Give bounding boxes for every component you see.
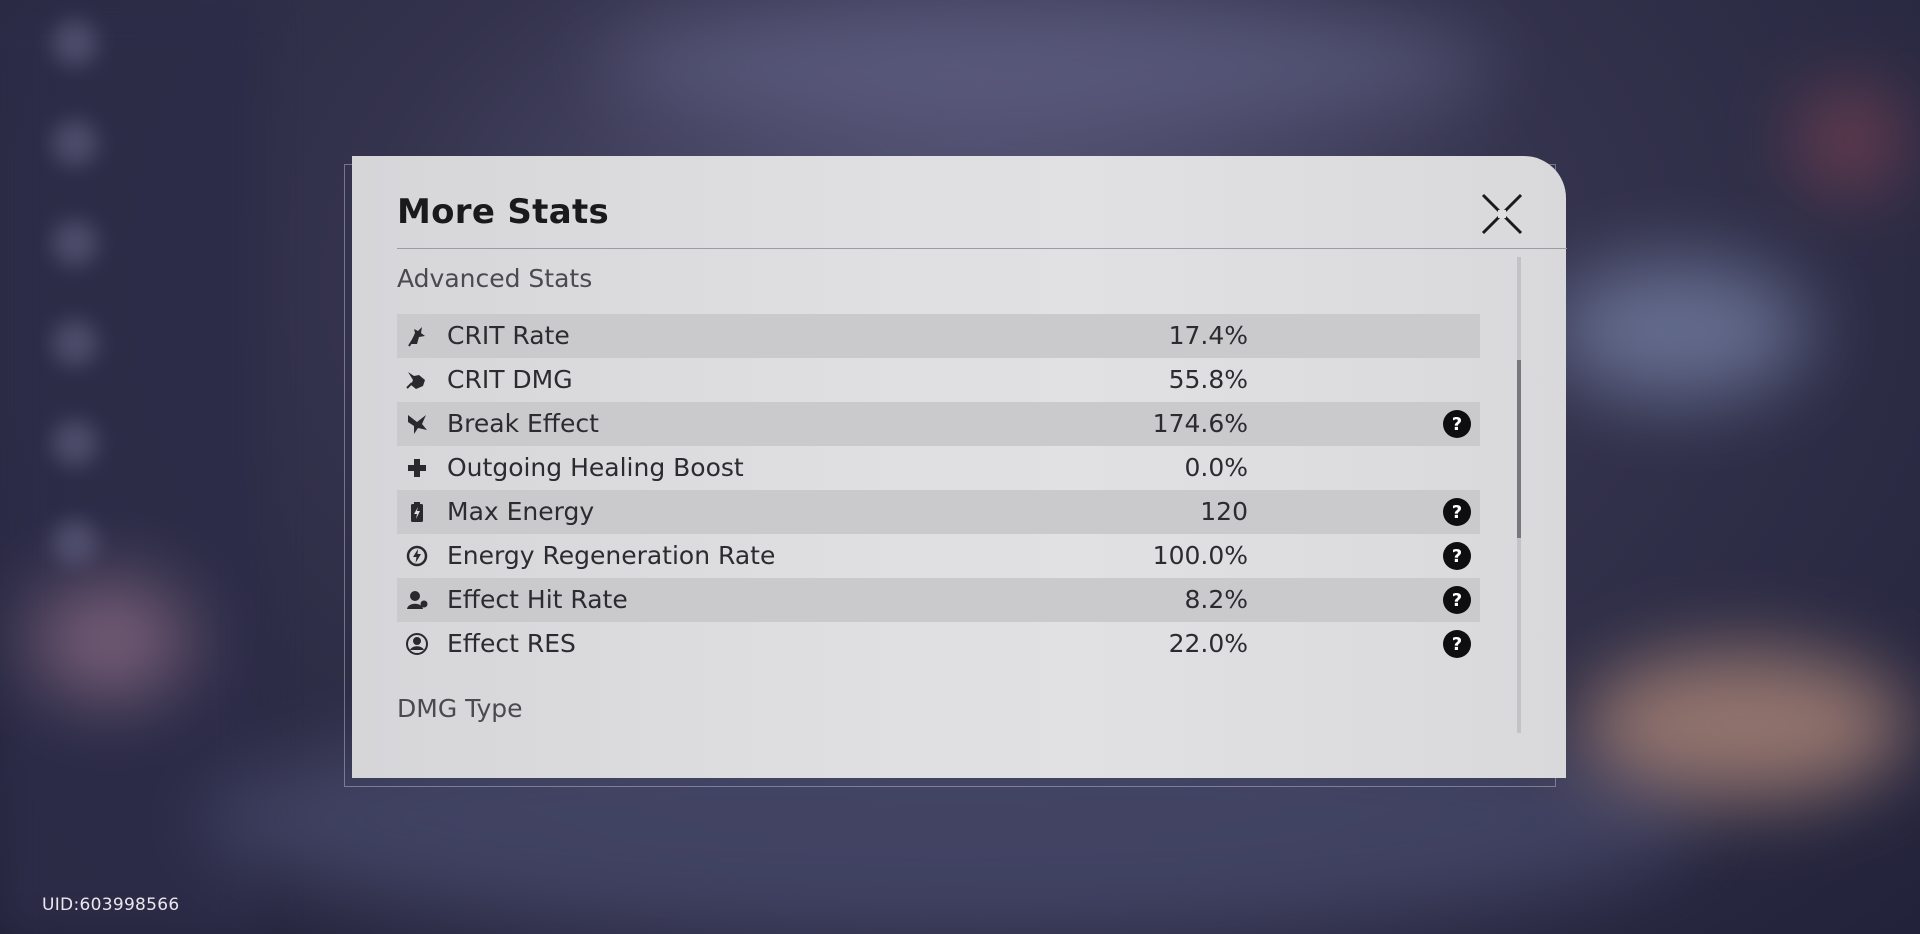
stat-label: Break Effect [447, 409, 599, 438]
stat-value: 174.6% [1152, 409, 1248, 438]
stat-label: Effect RES [447, 629, 576, 658]
stat-label: Outgoing Healing Boost [447, 453, 744, 482]
stat-row-max-energy: Max Energy 120 ? [397, 490, 1480, 534]
stat-label: Max Energy [447, 497, 595, 526]
energy-regen-icon [406, 545, 428, 567]
advanced-stats-list: CRIT Rate 17.4% CRIT DMG 55.8% Break Eff… [397, 314, 1480, 666]
break-effect-icon [408, 415, 427, 434]
svg-text:?: ? [1452, 634, 1462, 655]
scrollbar-thumb[interactable] [1517, 360, 1521, 538]
help-icon[interactable]: ? [1442, 541, 1472, 571]
uid-label: UID:603998566 [42, 895, 180, 915]
section-title-dmg-type: DMG Type [397, 694, 523, 723]
svg-text:?: ? [1452, 590, 1462, 611]
svg-text:?: ? [1452, 546, 1462, 567]
stat-value: 22.0% [1168, 629, 1248, 658]
stat-value: 0.0% [1184, 453, 1248, 482]
dialog-title: More Stats [397, 192, 610, 232]
stat-label: Energy Regeneration Rate [447, 541, 776, 570]
scrollbar[interactable] [1517, 257, 1521, 733]
effect-res-icon [406, 633, 428, 655]
stat-row-effect-res: Effect RES 22.0% ? [397, 622, 1480, 666]
stat-value: 8.2% [1184, 585, 1248, 614]
close-icon [1481, 193, 1523, 235]
svg-text:?: ? [1452, 502, 1462, 523]
stat-label: Effect Hit Rate [447, 585, 628, 614]
stat-value: 100.0% [1152, 541, 1248, 570]
close-button[interactable] [1480, 192, 1524, 236]
section-title-advanced-stats: Advanced Stats [397, 264, 593, 293]
stat-row-outgoing-healing-boost: Outgoing Healing Boost 0.0% [397, 446, 1480, 490]
stat-label: CRIT DMG [447, 365, 573, 394]
stat-value: 17.4% [1168, 321, 1248, 350]
stat-label: CRIT Rate [447, 321, 570, 350]
stat-value: 55.8% [1168, 365, 1248, 394]
crit-dmg-icon [406, 372, 425, 389]
help-icon[interactable]: ? [1442, 409, 1472, 439]
title-divider [397, 248, 1567, 249]
help-icon[interactable]: ? [1442, 629, 1472, 659]
healing-cross-icon [408, 459, 426, 477]
stat-row-energy-regeneration-rate: Energy Regeneration Rate 100.0% ? [397, 534, 1480, 578]
stat-value: 120 [1200, 497, 1248, 526]
more-stats-dialog: More Stats Advanced Stats CRIT Rate 17.4… [352, 156, 1567, 778]
stat-row-effect-hit-rate: Effect Hit Rate 8.2% ? [397, 578, 1480, 622]
battery-icon [411, 502, 423, 522]
stat-row-crit-dmg: CRIT DMG 55.8% [397, 358, 1480, 402]
help-icon[interactable]: ? [1442, 585, 1472, 615]
stat-row-crit-rate: CRIT Rate 17.4% [397, 314, 1480, 358]
svg-text:?: ? [1452, 414, 1462, 435]
crit-rate-icon [408, 327, 425, 347]
stat-row-break-effect: Break Effect 174.6% ? [397, 402, 1480, 446]
help-icon[interactable]: ? [1442, 497, 1472, 527]
effect-hit-icon [407, 591, 428, 609]
